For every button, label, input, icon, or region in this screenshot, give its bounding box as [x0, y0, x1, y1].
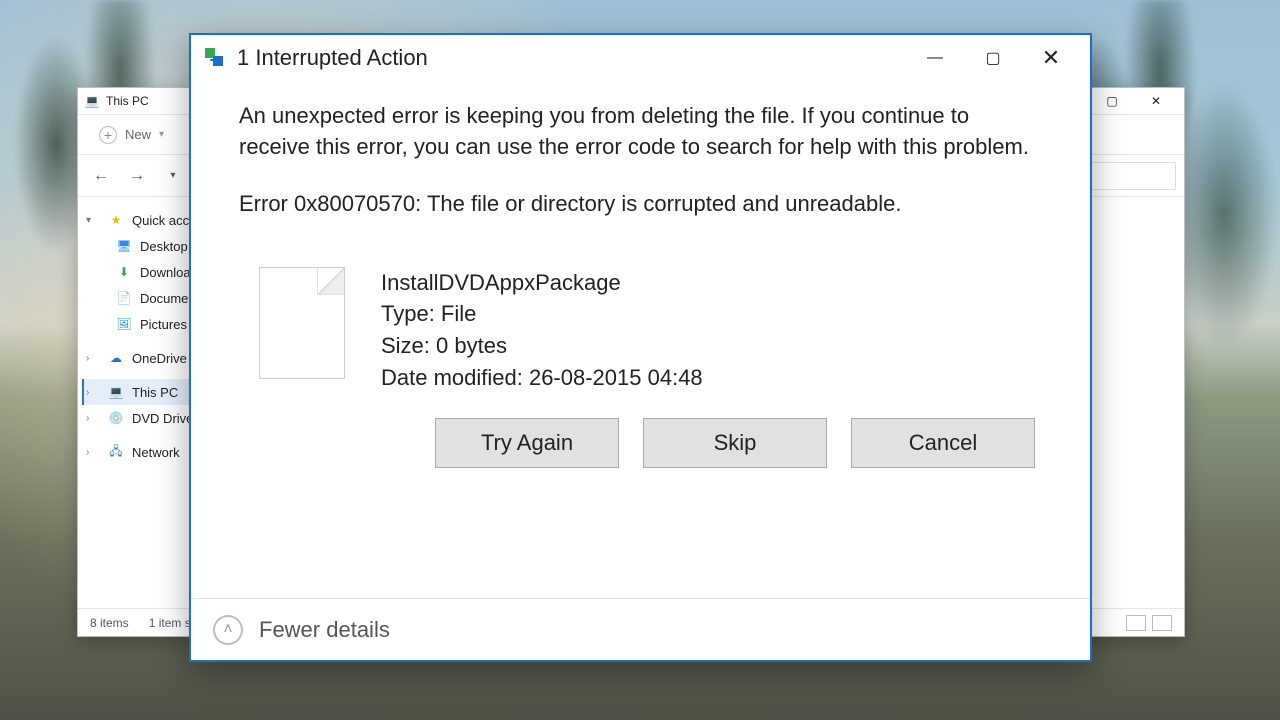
dialog-titlebar[interactable]: 1 Interrupted Action — ▢ ✕	[191, 35, 1090, 81]
back-button[interactable]: ←	[86, 161, 116, 191]
transfer-icon	[205, 48, 225, 68]
chevron-down-icon: ▾	[159, 129, 164, 140]
desktop-icon: 🖥	[116, 238, 132, 254]
dialog-message: An unexpected error is keeping you from …	[239, 101, 1042, 163]
dialog-title: 1 Interrupted Action	[237, 45, 428, 71]
dialog-minimize-button[interactable]: —	[906, 38, 964, 78]
explorer-maximize-button[interactable]: ▢	[1090, 88, 1134, 114]
fewer-details-label: Fewer details	[259, 617, 390, 643]
this-pc-icon: 💻	[108, 384, 124, 400]
download-icon: ⬇	[116, 264, 132, 280]
view-details-button[interactable]	[1126, 615, 1146, 631]
document-icon: 📄	[116, 290, 132, 306]
recent-locations-button[interactable]: ▾	[158, 161, 188, 191]
try-again-button[interactable]: Try Again	[435, 418, 619, 468]
dialog-error: Error 0x80070570: The file or directory …	[239, 191, 1042, 217]
cancel-button[interactable]: Cancel	[851, 418, 1035, 468]
disc-icon: 💿	[108, 410, 124, 426]
file-size: Size: 0 bytes	[381, 330, 703, 362]
explorer-close-button[interactable]: ✕	[1134, 88, 1178, 114]
sidebar-item-label: This PC	[132, 385, 178, 400]
network-icon: 🖧	[108, 444, 124, 460]
chevron-right-icon: ›	[86, 353, 100, 364]
skip-button[interactable]: Skip	[643, 418, 827, 468]
dialog-close-button[interactable]: ✕	[1022, 38, 1080, 78]
star-icon: ★	[108, 212, 124, 228]
explorer-title: This PC	[106, 94, 149, 108]
file-name: InstallDVDAppxPackage	[381, 267, 703, 299]
plus-icon: +	[99, 126, 117, 144]
file-modified: Date modified: 26-08-2015 04:48	[381, 362, 703, 394]
file-info: InstallDVDAppxPackage Type: File Size: 0…	[239, 267, 1042, 395]
status-item-count: 8 items	[90, 616, 129, 630]
new-button-label: New	[125, 127, 151, 142]
this-pc-icon: 💻	[84, 93, 100, 109]
chevron-up-icon: ˄	[213, 615, 243, 645]
file-type: Type: File	[381, 298, 703, 330]
cloud-icon: ☁	[108, 350, 124, 366]
fewer-details-toggle[interactable]: ˄ Fewer details	[213, 615, 390, 645]
pictures-icon: 🖼	[116, 316, 132, 332]
chevron-down-icon: ▾	[86, 215, 100, 226]
sidebar-item-label: Pictures	[140, 317, 187, 332]
sidebar-item-label: Desktop	[140, 239, 188, 254]
view-icons-button[interactable]	[1152, 615, 1172, 631]
dialog-maximize-button[interactable]: ▢	[964, 38, 1022, 78]
chevron-right-icon: ›	[86, 447, 100, 458]
sidebar-item-label: OneDrive	[132, 351, 187, 366]
file-icon	[259, 267, 345, 379]
sidebar-item-label: Network	[132, 445, 180, 460]
new-button[interactable]: + New ▾	[92, 121, 175, 149]
chevron-right-icon: ›	[86, 413, 100, 424]
chevron-right-icon: ›	[86, 387, 100, 398]
forward-button[interactable]: →	[122, 161, 152, 191]
interrupted-action-dialog: 1 Interrupted Action — ▢ ✕ An unexpected…	[189, 33, 1092, 662]
